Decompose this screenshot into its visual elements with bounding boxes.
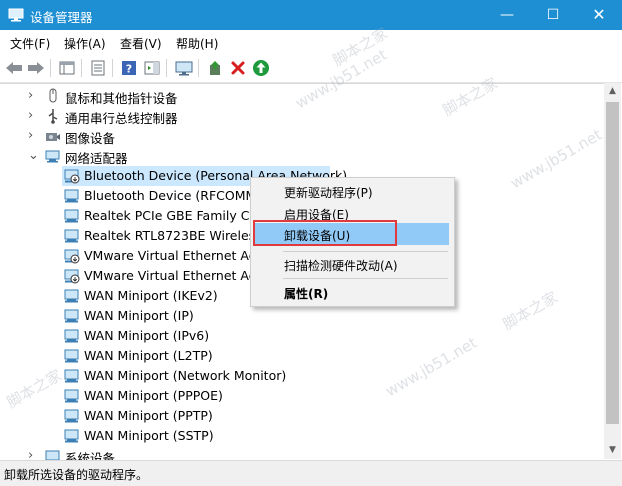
category-label: 网络适配器: [65, 151, 128, 166]
usb-icon: [45, 108, 61, 124]
device-label: Bluetooth Device (RFCOMM: [84, 188, 257, 203]
category-label: 图像设备: [65, 131, 116, 146]
context-menu-separator: [283, 278, 448, 279]
device-label: VMware Virtual Ethernet Ada: [84, 268, 265, 283]
mouse-icon: [45, 88, 61, 104]
disabled-network-adapter-icon: [64, 248, 80, 264]
window-title: 设备管理器: [30, 10, 93, 25]
expand-chevron-icon[interactable]: ›: [28, 109, 38, 122]
disabled-network-adapter-icon: [64, 168, 80, 184]
highlight-callout-box: [253, 220, 397, 246]
collapse-chevron-icon[interactable]: ⌄: [28, 149, 39, 162]
toolbar-separator: [81, 59, 82, 77]
device-label: VMware Virtual Ethernet Ada: [84, 248, 265, 263]
category-label: 系统设备: [65, 451, 116, 460]
network-adapter-icon: [64, 368, 80, 384]
device-label: WAN Miniport (PPPOE): [84, 388, 223, 403]
network-adapter-icon: [64, 308, 80, 324]
expand-chevron-icon[interactable]: ›: [28, 129, 38, 142]
tree-device-item[interactable]: WAN Miniport (SSTP): [62, 426, 330, 446]
svg-text:?: ?: [126, 63, 132, 76]
device-label: WAN Miniport (L2TP): [84, 348, 213, 363]
context-item-label: 扫描检测硬件改动(A): [284, 259, 398, 273]
category-label: 鼠标和其他指针设备: [65, 91, 178, 106]
toolbar-separator: [166, 59, 167, 77]
device-manager-app-icon: [8, 8, 24, 22]
device-label: WAN Miniport (Network Monitor): [84, 368, 287, 383]
status-bar: 卸载所选设备的驱动程序。: [0, 460, 622, 486]
properties-icon[interactable]: [88, 58, 108, 78]
disabled-network-adapter-icon: [64, 268, 80, 284]
menu-action[interactable]: 操作(A): [64, 35, 106, 52]
tree-category[interactable]: › 图像设备: [0, 126, 600, 146]
tree-device-item[interactable]: WAN Miniport (Network Monitor): [62, 366, 330, 386]
toolbar: ?: [0, 54, 622, 83]
network-adapter-icon: [64, 428, 80, 444]
device-label: WAN Miniport (IP): [84, 308, 194, 323]
status-text: 卸载所选设备的驱动程序。: [4, 468, 149, 482]
tree-device-item[interactable]: WAN Miniport (PPTP): [62, 406, 330, 426]
context-item-label: 更新驱动程序(P): [284, 186, 373, 200]
context-menu-separator: [283, 251, 448, 252]
scroll-up-arrow-icon[interactable]: ▲: [604, 83, 621, 100]
tree-category-system-devices[interactable]: › 系统设备: [0, 446, 600, 460]
update-driver-icon[interactable]: [205, 58, 225, 78]
uninstall-x-icon[interactable]: [228, 58, 248, 78]
show-hide-console-tree-icon[interactable]: [57, 58, 77, 78]
tree-device-item[interactable]: WAN Miniport (IPv6): [62, 326, 330, 346]
forward-arrow-icon[interactable]: [26, 58, 46, 78]
network-adapter-icon: [64, 388, 80, 404]
close-button[interactable]: ✕: [576, 0, 622, 30]
toolbar-separator: [50, 59, 51, 77]
device-label: Realtek PCIe GBE Family Cor: [84, 208, 263, 223]
tree-device-item[interactable]: WAN Miniport (IP): [62, 306, 330, 326]
context-item-update-driver[interactable]: 更新驱动程序(P): [254, 180, 449, 202]
maximize-button[interactable]: ☐: [530, 0, 576, 30]
expand-chevron-icon[interactable]: ›: [28, 449, 38, 460]
device-label: Realtek RTL8723BE Wireless: [84, 228, 262, 243]
tree-device-item[interactable]: WAN Miniport (PPPOE): [62, 386, 330, 406]
back-arrow-icon[interactable]: [4, 58, 24, 78]
network-adapter-icon: [64, 188, 80, 204]
menu-view[interactable]: 查看(V): [120, 35, 162, 52]
scroll-down-arrow-icon[interactable]: ▼: [604, 442, 621, 459]
tree-category-network-adapters[interactable]: ⌄ 网络适配器: [0, 146, 600, 166]
device-label: WAN Miniport (IPv6): [84, 328, 210, 343]
title-bar: 设备管理器 — ☐ ✕: [0, 0, 622, 30]
scrollbar-thumb[interactable]: [606, 102, 619, 424]
network-adapter-icon: [64, 288, 80, 304]
toolbar-separator: [198, 59, 199, 77]
network-adapter-icon: [64, 328, 80, 344]
context-item-properties[interactable]: 属性(R): [254, 281, 449, 303]
minimize-button[interactable]: —: [484, 0, 530, 30]
device-label: WAN Miniport (IKEv2): [84, 288, 218, 303]
network-adapter-icon: [64, 228, 80, 244]
device-label: WAN Miniport (PPTP): [84, 408, 213, 423]
device-label: WAN Miniport (SSTP): [84, 428, 214, 443]
context-item-scan-hardware[interactable]: 扫描检测硬件改动(A): [254, 253, 449, 275]
network-adapter-icon: [64, 408, 80, 424]
menu-help[interactable]: 帮助(H): [176, 35, 218, 52]
enable-device-icon[interactable]: [251, 58, 271, 78]
action-pane-icon[interactable]: [142, 58, 162, 78]
help-icon[interactable]: ?: [119, 58, 139, 78]
context-item-label: 属性(R): [284, 287, 329, 301]
category-label: 通用串行总线控制器: [65, 111, 178, 126]
vertical-scrollbar[interactable]: ▲ ▼: [604, 83, 621, 459]
menu-bar: 文件(F) 操作(A) 查看(V) 帮助(H): [0, 30, 622, 54]
toolbar-separator: [112, 59, 113, 77]
computer-monitor-icon[interactable]: [174, 58, 194, 78]
expand-chevron-icon[interactable]: ›: [28, 89, 38, 102]
system-devices-icon: [45, 448, 61, 460]
tree-device-item[interactable]: WAN Miniport (L2TP): [62, 346, 330, 366]
network-adapter-icon: [64, 348, 80, 364]
camera-icon: [45, 128, 61, 144]
network-adapter-icon: [64, 208, 80, 224]
network-adapter-icon: [45, 148, 61, 164]
menu-file[interactable]: 文件(F): [10, 35, 50, 52]
